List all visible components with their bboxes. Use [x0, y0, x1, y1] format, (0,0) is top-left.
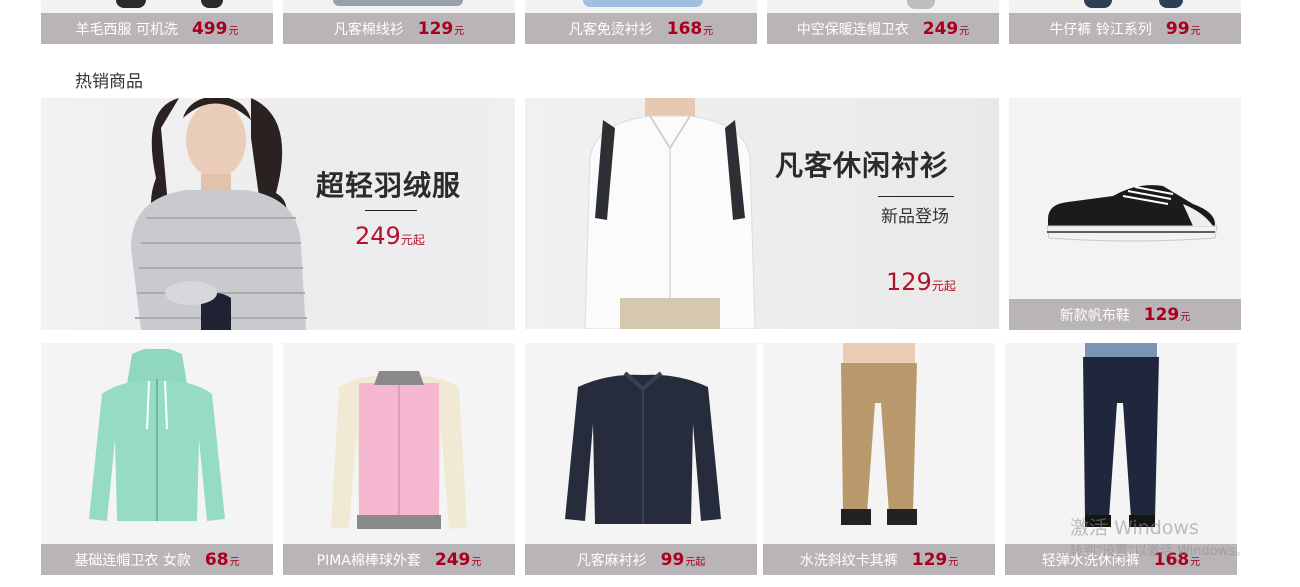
product-caption[interactable]: 中空保暖连帽卫衣 249元	[767, 13, 999, 44]
product-name[interactable]: 牛仔裤 铃江系列	[1049, 19, 1151, 39]
product-card[interactable]: 水洗斜纹卡其裤 129元	[763, 343, 995, 575]
product-name[interactable]: 水洗斜纹卡其裤	[800, 550, 898, 570]
product-price: 129元	[417, 18, 465, 39]
product-card[interactable]: 基础连帽卫衣 女款 68元	[41, 343, 273, 575]
product-price: 499元	[191, 18, 239, 39]
product-price: 168元	[666, 18, 714, 39]
banner-price: 129元起	[886, 268, 956, 296]
banner-subtitle: 新品登场	[881, 207, 949, 227]
product-caption[interactable]: PIMA棉棒球外套 249元	[283, 544, 515, 575]
product-card[interactable]: 凡客棉线衫 129元	[283, 0, 515, 44]
model-woman-image	[131, 98, 307, 330]
section-title: 热销商品	[75, 72, 143, 92]
product-caption[interactable]: 凡客麻衬衫 99元起	[525, 544, 757, 575]
product-price: 68元	[204, 549, 240, 570]
product-image[interactable]	[767, 0, 999, 13]
product-card[interactable]: PIMA棉棒球外套 249元	[283, 343, 515, 575]
product-name[interactable]: PIMA棉棒球外套	[317, 550, 421, 570]
product-price: 249元	[434, 549, 482, 570]
product-caption[interactable]: 基础连帽卫衣 女款 68元	[41, 544, 273, 575]
product-caption[interactable]: 凡客棉线衫 129元	[283, 13, 515, 44]
banner-divider	[365, 210, 417, 211]
product-price: 129元	[1143, 304, 1191, 325]
product-name[interactable]: 凡客麻衬衫	[577, 550, 647, 570]
banner-price: 249元起	[355, 222, 425, 250]
product-caption[interactable]: 水洗斜纹卡其裤 129元	[763, 544, 995, 575]
product-price: 249元	[922, 18, 970, 39]
product-price: 129元	[911, 549, 959, 570]
hoodie-image[interactable]	[87, 349, 227, 534]
product-caption[interactable]: 凡客免烫衬衫 168元	[525, 13, 757, 44]
banner-down-jacket[interactable]: 超轻羽绒服 249元起	[41, 98, 515, 330]
product-card[interactable]: 凡客免烫衬衫 168元	[525, 0, 757, 44]
product-price: 99元起	[660, 549, 706, 570]
banner-casual-shirt[interactable]: 凡客休闲衬衫 新品登场 129元起	[525, 98, 999, 329]
product-name[interactable]: 凡客棉线衫	[334, 19, 404, 39]
product-image[interactable]	[525, 0, 757, 13]
product-caption[interactable]: 新款帆布鞋 129元	[1009, 299, 1241, 330]
khaki-pants-image[interactable]	[829, 343, 929, 533]
product-caption[interactable]: 牛仔裤 铃江系列 99元	[1009, 13, 1241, 44]
product-name[interactable]: 新款帆布鞋	[1060, 305, 1130, 325]
product-card[interactable]: 羊毛西服 可机洗 499元	[41, 0, 273, 44]
product-image[interactable]	[41, 0, 273, 13]
banner-title: 超轻羽绒服	[316, 169, 462, 202]
product-price: 99元	[1165, 18, 1201, 39]
activate-windows-watermark: 激活 Windows	[1070, 517, 1199, 539]
product-card[interactable]: 中空保暖连帽卫衣 249元	[767, 0, 999, 44]
banner-divider	[878, 196, 954, 197]
casual-pants-image[interactable]	[1071, 343, 1171, 533]
product-name[interactable]: 基础连帽卫衣 女款	[74, 550, 190, 570]
activate-windows-hint: 转到"设置"以激活 Windows。	[1070, 544, 1249, 559]
baseball-jacket-image[interactable]	[329, 367, 469, 537]
model-man-image	[584, 98, 756, 329]
product-image[interactable]	[1009, 0, 1241, 13]
product-card[interactable]: 凡客麻衬衫 99元起	[525, 343, 757, 575]
product-card[interactable]: 牛仔裤 铃江系列 99元	[1009, 0, 1241, 44]
product-image[interactable]	[283, 0, 515, 13]
product-name[interactable]: 凡客免烫衬衫	[569, 19, 653, 39]
linen-shirt-image[interactable]	[563, 369, 723, 529]
canvas-shoe-image[interactable]	[1043, 174, 1223, 244]
product-name[interactable]: 羊毛西服 可机洗	[76, 19, 178, 39]
top-product-row: 羊毛西服 可机洗 499元 凡客棉线衫 129元 凡客免烫衬衫 168元 中空保…	[41, 0, 1241, 44]
banner-title: 凡客休闲衬衫	[775, 149, 950, 182]
product-card[interactable]: 新款帆布鞋 129元	[1009, 98, 1241, 330]
product-name[interactable]: 中空保暖连帽卫衣	[797, 19, 909, 39]
product-caption[interactable]: 羊毛西服 可机洗 499元	[41, 13, 273, 44]
page: 羊毛西服 可机洗 499元 凡客棉线衫 129元 凡客免烫衬衫 168元 中空保…	[0, 0, 1300, 587]
